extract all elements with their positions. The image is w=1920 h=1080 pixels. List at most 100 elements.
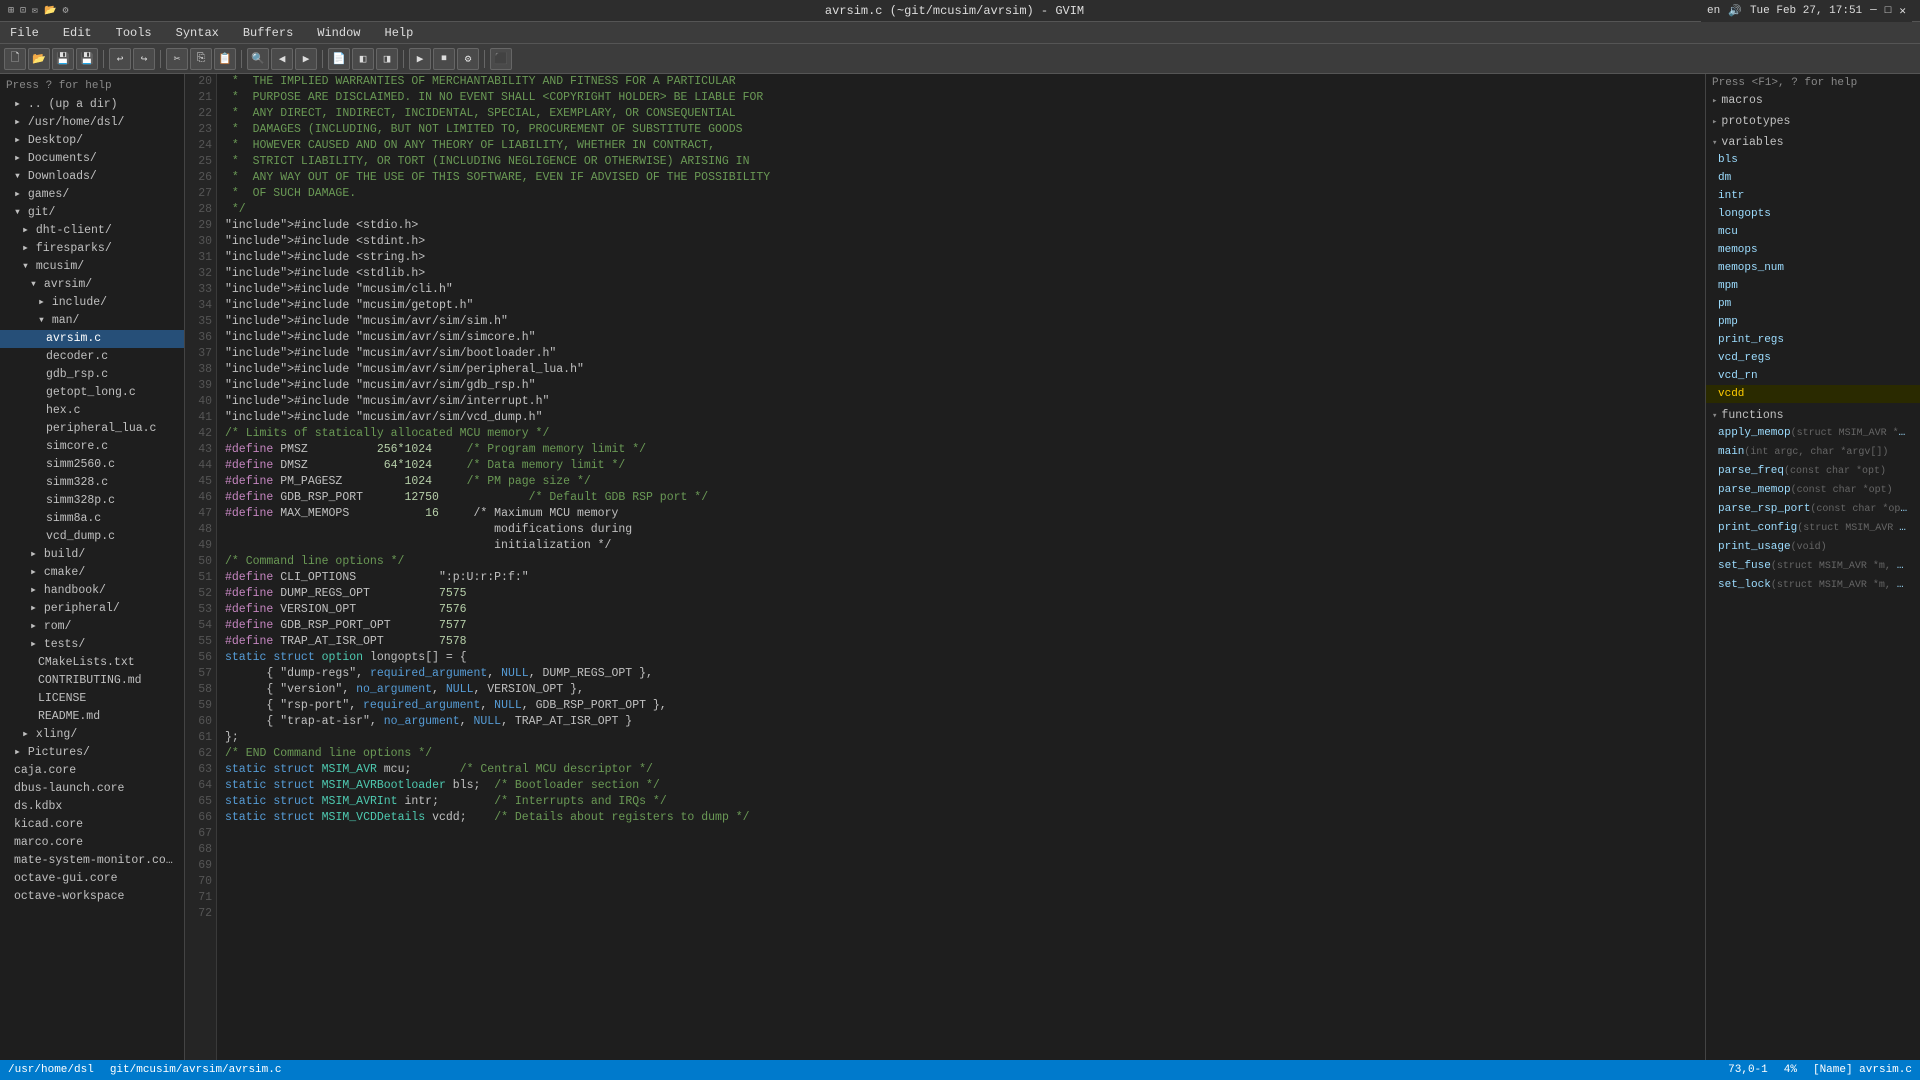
panel-item[interactable]: print_regs xyxy=(1706,331,1920,349)
tree-item[interactable]: ▸ xling/ xyxy=(0,726,184,744)
panel-item[interactable]: vcd_regs xyxy=(1706,349,1920,367)
tree-item[interactable]: ▸ peripheral/ xyxy=(0,600,184,618)
tree-item[interactable]: ▾ Downloads/ xyxy=(0,168,184,186)
tb-compile[interactable]: ⚙ xyxy=(457,48,479,70)
panel-section-header-variables[interactable]: ▾ variables xyxy=(1706,134,1920,151)
tb-save-all[interactable]: 💾 xyxy=(76,48,98,70)
tree-item[interactable]: ▾ man/ xyxy=(0,312,184,330)
menu-syntax[interactable]: Syntax xyxy=(170,24,225,42)
tb-stop[interactable]: ⏹ xyxy=(433,48,455,70)
tb-next[interactable]: ▶ xyxy=(295,48,317,70)
win-minimize[interactable]: ─ xyxy=(1870,5,1877,17)
tree-item[interactable]: getopt_long.c xyxy=(0,384,184,402)
menu-tools[interactable]: Tools xyxy=(110,24,158,42)
tree-item[interactable]: gdb_rsp.c xyxy=(0,366,184,384)
tree-item[interactable]: simm328.c xyxy=(0,474,184,492)
tree-item[interactable]: ▸ Pictures/ xyxy=(0,744,184,762)
tb-copy[interactable]: ⎘ xyxy=(190,48,212,70)
tree-item[interactable]: octave-workspace xyxy=(0,888,184,906)
menu-window[interactable]: Window xyxy=(311,24,366,42)
tree-item[interactable]: simm328p.c xyxy=(0,492,184,510)
code-lines[interactable]: * THE IMPLIED WARRANTIES OF MERCHANTABIL… xyxy=(217,74,1705,1060)
tree-item[interactable]: decoder.c xyxy=(0,348,184,366)
tree-item[interactable]: ▸ firesparks/ xyxy=(0,240,184,258)
tree-item[interactable]: ▸ /usr/home/dsl/ xyxy=(0,114,184,132)
tree-item[interactable]: ▾ avrsim/ xyxy=(0,276,184,294)
tb-diff1[interactable]: ◧ xyxy=(352,48,374,70)
tree-item[interactable]: LICENSE xyxy=(0,690,184,708)
win-close[interactable]: ✕ xyxy=(1899,4,1906,18)
tb-files[interactable]: 📄 xyxy=(328,48,350,70)
panel-item[interactable]: pmp xyxy=(1706,313,1920,331)
tree-item[interactable]: ▸ cmake/ xyxy=(0,564,184,582)
panel-item[interactable]: set_lock(struct MSIM_AVR *m, struc) xyxy=(1706,576,1920,595)
tree-item[interactable]: vcd_dump.c xyxy=(0,528,184,546)
tree-item[interactable]: ▾ git/ xyxy=(0,204,184,222)
tb-paste[interactable]: 📋 xyxy=(214,48,236,70)
panel-item[interactable]: memops xyxy=(1706,241,1920,259)
panel-item[interactable]: memops_num xyxy=(1706,259,1920,277)
tree-item[interactable]: ▸ .. (up a dir) xyxy=(0,96,184,114)
tb-prev[interactable]: ◀ xyxy=(271,48,293,70)
tb-cut[interactable]: ✂ xyxy=(166,48,188,70)
tb-undo[interactable]: ↩ xyxy=(109,48,131,70)
tree-item[interactable]: ▸ Desktop/ xyxy=(0,132,184,150)
tree-item[interactable]: CONTRIBUTING.md xyxy=(0,672,184,690)
tree-item[interactable]: octave-gui.core xyxy=(0,870,184,888)
tree-item[interactable]: README.md xyxy=(0,708,184,726)
menu-help[interactable]: Help xyxy=(379,24,420,42)
tree-item[interactable]: ▸ Documents/ xyxy=(0,150,184,168)
tree-item[interactable]: ▸ handbook/ xyxy=(0,582,184,600)
tree-item[interactable]: avrsim.c xyxy=(0,330,184,348)
tree-item[interactable]: ▸ games/ xyxy=(0,186,184,204)
panel-section-header-prototypes[interactable]: ▸ prototypes xyxy=(1706,113,1920,130)
tb-save[interactable]: 💾 xyxy=(52,48,74,70)
tree-item[interactable]: CMakeLists.txt xyxy=(0,654,184,672)
panel-item[interactable]: parse_memop(const char *opt) xyxy=(1706,481,1920,500)
tb-new[interactable]: 🗋 xyxy=(4,48,26,70)
panel-item[interactable]: main(int argc, char *argv[]) xyxy=(1706,443,1920,462)
tree-item[interactable]: ▸ tests/ xyxy=(0,636,184,654)
tree-item[interactable]: ▸ dht-client/ xyxy=(0,222,184,240)
tree-item[interactable]: caja.core xyxy=(0,762,184,780)
tb-diff2[interactable]: ◨ xyxy=(376,48,398,70)
panel-item[interactable]: mpm xyxy=(1706,277,1920,295)
tb-terminal[interactable]: ⬛ xyxy=(490,48,512,70)
win-maximize[interactable]: □ xyxy=(1885,5,1892,17)
panel-item[interactable]: mcu xyxy=(1706,223,1920,241)
tree-item[interactable]: simm8a.c xyxy=(0,510,184,528)
panel-item[interactable]: apply_memop(struct MSIM_AVR *m, stru) xyxy=(1706,424,1920,443)
panel-item[interactable]: parse_freq(const char *opt) xyxy=(1706,462,1920,481)
panel-item[interactable]: longopts xyxy=(1706,205,1920,223)
tree-item[interactable]: ▸ build/ xyxy=(0,546,184,564)
tree-item[interactable]: marco.core xyxy=(0,834,184,852)
panel-section-header-macros[interactable]: ▸ macros xyxy=(1706,92,1920,109)
panel-item[interactable]: vcd_rn xyxy=(1706,367,1920,385)
panel-section-header-functions[interactable]: ▾ functions xyxy=(1706,407,1920,424)
tb-find[interactable]: 🔍 xyxy=(247,48,269,70)
tree-item[interactable]: simcore.c xyxy=(0,438,184,456)
menu-edit[interactable]: Edit xyxy=(57,24,98,42)
panel-item[interactable]: set_fuse(struct MSIM_AVR *m, struc) xyxy=(1706,557,1920,576)
menu-file[interactable]: File xyxy=(4,24,45,42)
panel-item[interactable]: dm xyxy=(1706,169,1920,187)
tb-redo[interactable]: ↪ xyxy=(133,48,155,70)
tree-item[interactable]: simm2560.c xyxy=(0,456,184,474)
panel-item[interactable]: intr xyxy=(1706,187,1920,205)
tree-item[interactable]: ▸ rom/ xyxy=(0,618,184,636)
panel-item[interactable]: vcdd xyxy=(1706,385,1920,403)
panel-item[interactable]: bls xyxy=(1706,151,1920,169)
panel-item[interactable]: print_config(struct MSIM_AVR *) xyxy=(1706,519,1920,538)
code-editor[interactable]: 2021222324252627282930313233343536373839… xyxy=(185,74,1705,1060)
tree-item[interactable]: mate-system-monitor.core xyxy=(0,852,184,870)
tree-item[interactable]: ▸ include/ xyxy=(0,294,184,312)
tree-item[interactable]: ds.kdbx xyxy=(0,798,184,816)
tree-item[interactable]: kicad.core xyxy=(0,816,184,834)
tb-run[interactable]: ▶ xyxy=(409,48,431,70)
tree-item[interactable]: hex.c xyxy=(0,402,184,420)
tree-item[interactable]: ▾ mcusim/ xyxy=(0,258,184,276)
panel-item[interactable]: pm xyxy=(1706,295,1920,313)
tb-open[interactable]: 📂 xyxy=(28,48,50,70)
tree-item[interactable]: dbus-launch.core xyxy=(0,780,184,798)
panel-item[interactable]: print_usage(void) xyxy=(1706,538,1920,557)
